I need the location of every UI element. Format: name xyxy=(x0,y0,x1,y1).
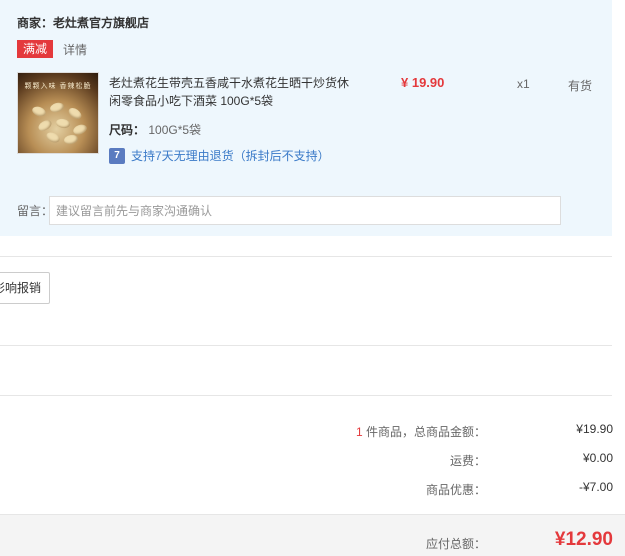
product-quantity: x1 xyxy=(517,77,530,91)
product-title-link[interactable]: 老灶煮花生带壳五香咸干水煮花生晒干炒货休闲零食品小吃下酒菜 100G*5袋 xyxy=(109,74,359,110)
message-input[interactable] xyxy=(49,196,561,225)
merchant-name[interactable]: 商家：老灶煮官方旗舰店 xyxy=(17,14,149,31)
goods-total-value: ¥19.90 xyxy=(576,422,613,436)
discount-value: -¥7.00 xyxy=(578,480,613,494)
total-bar: 应付总额： ¥12.90 xyxy=(0,514,625,556)
invoice-reimburse-button[interactable]: 影响报销 xyxy=(0,272,50,304)
spec-value: 100G*5袋 xyxy=(148,123,202,137)
spec-row: 尺码： 100G*5袋 xyxy=(109,121,201,138)
message-label: 留言： xyxy=(17,204,54,218)
return-7-day-icon: 7 xyxy=(109,147,125,164)
divider xyxy=(0,395,612,396)
product-image-caption: 颗颗入味 香辣松脆 xyxy=(24,83,92,90)
shipping-label: 运费： xyxy=(449,454,486,468)
return-policy[interactable]: 7 支持7天无理由退货（拆封后不支持） xyxy=(109,147,330,164)
goods-total-label: 1 件商品，总商品金额： xyxy=(356,423,486,440)
order-panel: 商家：老灶煮官方旗舰店 满减 详情 颗颗入味 香辣松脆 老灶煮花生带壳五香咸干水… xyxy=(0,0,612,236)
promo-badge: 满减 xyxy=(17,40,54,58)
product-thumbnail[interactable]: 颗颗入味 香辣松脆 xyxy=(17,72,99,154)
spec-label: 尺码： xyxy=(109,123,146,137)
divider xyxy=(0,345,612,346)
item-count-suffix: 件商品，总商品金额： xyxy=(362,425,486,439)
promo-detail-link[interactable]: 详情 xyxy=(63,41,87,58)
total-label: 应付总额： xyxy=(425,537,486,551)
promo-row: 满减 详情 xyxy=(17,40,87,58)
total-value: ¥12.90 xyxy=(554,529,613,550)
divider xyxy=(0,256,612,257)
return-policy-text: 支持7天无理由退货（拆封后不支持） xyxy=(131,149,330,163)
item-count: 1 xyxy=(355,425,363,439)
discount-label: 商品优惠： xyxy=(425,483,486,497)
product-price: ¥ 19.90 xyxy=(401,75,445,90)
stock-status: 有货 xyxy=(568,79,593,93)
shipping-value: ¥0.00 xyxy=(582,451,613,465)
